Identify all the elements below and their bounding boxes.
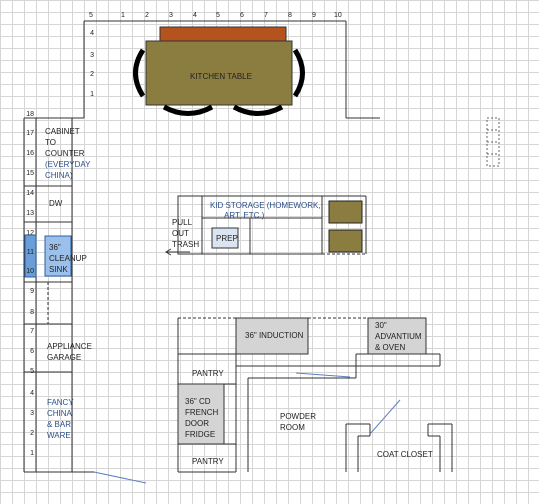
prep-label: PREP: [216, 234, 238, 243]
fancy-china-line: & BAR: [47, 420, 72, 429]
axis-top-label: 9: [312, 12, 316, 19]
axis-left-label: 7: [30, 328, 34, 335]
sink-label-line: SINK: [49, 265, 68, 274]
storage-bin-top: [328, 200, 363, 224]
chair-bottom-left: [162, 104, 214, 116]
advantium-line: 30": [375, 321, 387, 330]
cabinet-label-line: (EVERYDAY: [45, 160, 91, 169]
cabinet-label-line: COUNTER: [45, 149, 85, 158]
axis-left-label: 10: [26, 268, 34, 275]
floor-plan: [23, 20, 500, 484]
coat-closet-label: COAT CLOSET: [377, 450, 433, 459]
kitchen-table-group: [133, 26, 305, 116]
fridge-line: 36" CD: [185, 397, 211, 406]
axis-left-label: 1: [90, 91, 94, 98]
axis-left-label: 16: [26, 150, 34, 157]
axis-left-label: 17: [26, 130, 34, 137]
axis-left-label: 15: [26, 170, 34, 177]
axis-top-label: 5: [216, 12, 220, 19]
powder-room-line: ROOM: [280, 423, 305, 432]
axis-left-label: 6: [30, 348, 34, 355]
storage-bin-bottom: [328, 229, 363, 253]
dashed-steps: [486, 117, 500, 167]
appliance-garage-line: APPLIANCE: [47, 342, 92, 351]
sink-label-line: CLEANUP: [49, 254, 87, 263]
fridge-line: FRIDGE: [185, 430, 216, 439]
fridge-line: FRENCH: [185, 408, 219, 417]
pantry-bottom-label: PANTRY: [192, 457, 224, 466]
powder-room-line: POWDER: [280, 412, 316, 421]
axis-left-label: 4: [30, 390, 34, 397]
axis-left-label: 12: [26, 230, 34, 237]
chair-right: [292, 48, 305, 98]
axis-top-label: 10: [334, 12, 342, 19]
axis-left-label: 1: [30, 450, 34, 457]
door-swings: [93, 372, 401, 484]
axis-top-label: 5: [89, 12, 93, 19]
appliance-garage-line: GARAGE: [47, 353, 82, 362]
dishwasher-label: DW: [49, 199, 63, 208]
kitchen-table-label: KITCHEN TABLE: [190, 72, 252, 81]
fancy-china-line: CHINA: [47, 409, 72, 418]
axis-top-label: 7: [264, 12, 268, 19]
axis-left-label: 2: [30, 430, 34, 437]
advantium-line: & OVEN: [375, 343, 406, 352]
axis-top-label: 3: [169, 12, 173, 19]
induction-label: 36" INDUCTION: [245, 331, 304, 340]
axis-left-label: 13: [26, 210, 34, 217]
axis-left-label: 18: [26, 111, 34, 118]
axis-left-label: 8: [30, 309, 34, 316]
pantry-top-label: PANTRY: [192, 369, 224, 378]
kid-storage-label: KID STORAGE (HOMEWORK,: [210, 201, 321, 210]
cabinet-label-line: CABINET: [45, 127, 80, 136]
axis-left-label: 11: [26, 249, 34, 256]
chair-bottom-right: [232, 104, 284, 116]
pull-out-trash-line: TRASH: [172, 240, 200, 249]
axis-top-label: 4: [193, 12, 197, 19]
fancy-china-line: FANCY: [47, 398, 74, 407]
chair-left: [133, 48, 146, 98]
axis-left-label: 2: [90, 71, 94, 78]
axis-top-label: 6: [240, 12, 244, 19]
axis-top-label: 8: [288, 12, 292, 19]
axis-left-label: 3: [30, 410, 34, 417]
pull-out-trash-line: OUT: [172, 229, 189, 238]
axis-left-label: 9: [30, 288, 34, 295]
fridge-line: DOOR: [185, 419, 209, 428]
cabinet-label-line: TO: [45, 138, 56, 147]
axis-left-label: 4: [90, 30, 94, 37]
axis-top-label: 2: [145, 12, 149, 19]
cabinet-label-line: CHINA): [45, 171, 73, 180]
axis-left-label: 3: [90, 52, 94, 59]
pull-out-trash-line: PULL: [172, 218, 193, 227]
kid-storage-label-2: ART, ETC.): [224, 211, 265, 220]
sink-label-line: 36": [49, 243, 61, 252]
fancy-china-line: WARE: [47, 431, 71, 440]
axis-left-label: 5: [30, 368, 34, 375]
axis-top-label: 1: [121, 12, 125, 19]
advantium-line: ADVANTIUM: [375, 332, 422, 341]
axis-left-label: 14: [26, 190, 34, 197]
